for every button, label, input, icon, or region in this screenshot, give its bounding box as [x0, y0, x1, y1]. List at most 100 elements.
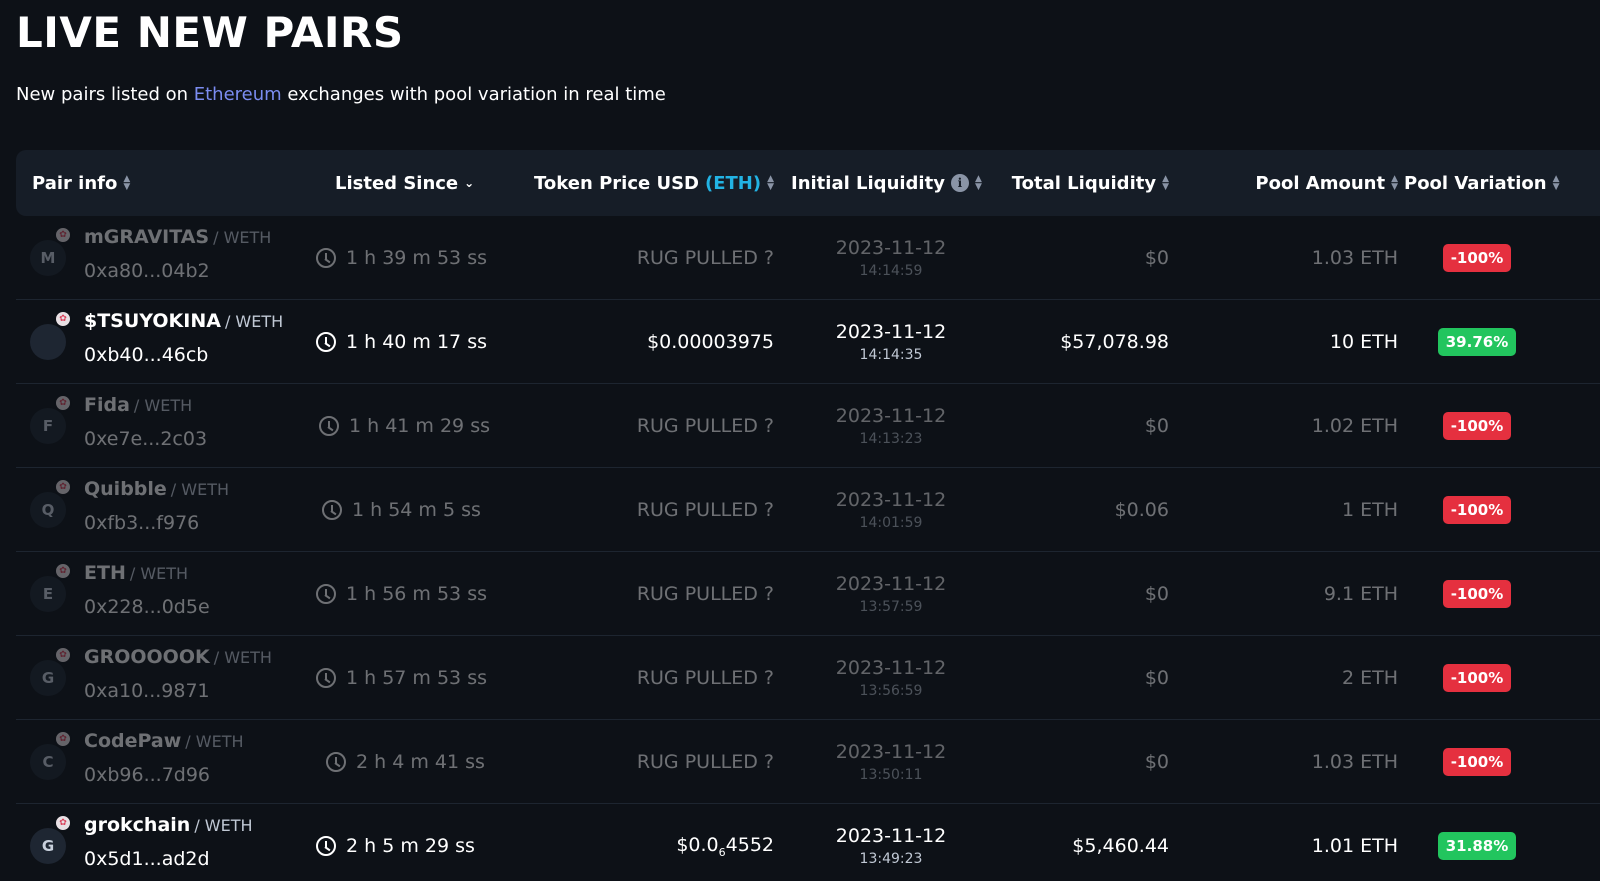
clock-icon [326, 752, 346, 772]
chevron-down-icon: ⌄ [464, 176, 475, 190]
pool-amount-text: 1.03 ETH [1311, 247, 1398, 269]
status-badge: -100% [1442, 664, 1512, 692]
listed-since: 2 h 4 m 41 ss [326, 720, 485, 804]
total-liquidity-text: $0 [1144, 667, 1169, 689]
total-liquidity-text: $0 [1144, 415, 1169, 437]
token-price: $0.00003975 [496, 300, 774, 384]
listed-since: 1 h 39 m 53 ss [316, 216, 487, 300]
pool-amount: 2 ETH [1196, 636, 1398, 720]
ethereum-link[interactable]: Ethereum [194, 84, 282, 105]
table-row[interactable]: C ✿ CodePaw / WETH 0xb96...7d96 2 h 4 m 4… [16, 720, 1600, 804]
listed-since: 1 h 54 m 5 ss [322, 468, 481, 552]
table-row[interactable]: G ✿ grokchain / WETH 0x5d1...ad2d 2 h 5 m… [16, 804, 1600, 881]
exchange-icon: ✿ [54, 814, 72, 832]
pair-address[interactable]: 0xfb3...f976 [84, 512, 199, 534]
pool-amount-text: 1.03 ETH [1311, 751, 1398, 773]
total-liquidity: $5,460.44 [976, 804, 1169, 881]
pool-amount: 1.03 ETH [1196, 216, 1398, 300]
sort-icon: ▲ ▼ [123, 174, 131, 192]
exchange-icon: ✿ [54, 394, 72, 412]
pool-variation: -100% [1404, 552, 1550, 636]
column-header-initial-liquidity[interactable]: Initial Liquidity i ▲ ▼ [791, 150, 991, 216]
pair-name[interactable]: ETH / WETH [84, 562, 188, 584]
pair-name[interactable]: grokchain / WETH [84, 814, 253, 836]
listed-since-text: 1 h 39 m 53 ss [346, 247, 487, 269]
price-tail: 4552 [725, 833, 774, 856]
pair-name[interactable]: $TSUYOKINA / WETH [84, 310, 283, 332]
total-liquidity: $0 [976, 720, 1169, 804]
pair-address[interactable]: 0xa10...9871 [84, 680, 210, 702]
total-liquidity-text: $5,460.44 [1072, 835, 1169, 857]
pair-name[interactable]: CodePaw / WETH [84, 730, 244, 752]
listed-since-text: 1 h 41 m 29 ss [349, 415, 490, 437]
column-header-pool-amount[interactable]: Pool Amount ▲ ▼ [1196, 150, 1398, 216]
pair-name[interactable]: Fida / WETH [84, 394, 192, 416]
pair-address[interactable]: 0x228...0d5e [84, 596, 210, 618]
initial-liquidity-date: 2023-11-12 13:49:23 [791, 804, 991, 881]
token-name: Fida [84, 394, 130, 416]
column-label: Token Price USD [534, 172, 699, 194]
table-row[interactable]: F ✿ Fida / WETH 0xe7e...2c03 1 h 41 m 29 … [16, 384, 1600, 468]
column-header-pair-info[interactable]: Pair info ▲ ▼ [32, 150, 292, 216]
token-price: RUG PULLED ? [496, 384, 774, 468]
pair-address[interactable]: 0xe7e...2c03 [84, 428, 207, 450]
column-label-accent: (ETH) [704, 172, 762, 194]
token-avatar: F [30, 408, 66, 444]
column-header-token-price[interactable]: Token Price USD (ETH) ▲ ▼ [496, 150, 774, 216]
token-price-text: $0.064552 [676, 834, 774, 859]
pool-variation: -100% [1404, 216, 1550, 300]
pair-address[interactable]: 0x5d1...ad2d [84, 848, 210, 870]
column-header-listed-since[interactable]: Listed Since ⌄ [335, 150, 495, 216]
column-label: Pair info [32, 172, 118, 194]
table-row[interactable]: M ✿ mGRAVITAS / WETH 0xa80...04b2 1 h 39 … [16, 216, 1600, 300]
column-header-pool-variation[interactable]: Pool Variation ▲ ▼ [1404, 150, 1584, 216]
pool-amount-text: 1 ETH [1341, 499, 1398, 521]
time-text: 14:13:23 [859, 431, 923, 447]
token-name: GROOOOOK [84, 646, 210, 668]
total-liquidity: $0 [976, 636, 1169, 720]
base-token: / WETH [170, 480, 230, 499]
pair-name[interactable]: GROOOOOK / WETH [84, 646, 272, 668]
token-price-text: RUG PULLED ? [636, 499, 774, 521]
page: LIVE NEW PAIRS New pairs listed on Ether… [0, 0, 1600, 881]
table-row[interactable]: Q ✿ Quibble / WETH 0xfb3...f976 1 h 54 m … [16, 468, 1600, 552]
listed-since: 2 h 5 m 29 ss [316, 804, 475, 881]
exchange-icon: ✿ [54, 730, 72, 748]
table-row[interactable]: E ✿ ETH / WETH 0x228...0d5e 1 h 56 m 53 s… [16, 552, 1600, 636]
sort-icon: ▲ ▼ [767, 174, 774, 192]
exchange-icon: ✿ [54, 310, 72, 328]
status-badge: 39.76% [1437, 328, 1517, 356]
pair-name[interactable]: Quibble / WETH [84, 478, 229, 500]
pair-address[interactable]: 0xb40...46cb [84, 344, 208, 366]
table-row[interactable]: ✿ $TSUYOKINA / WETH 0xb40...46cb 1 h 40 m… [16, 300, 1600, 384]
pool-variation: 31.88% [1404, 804, 1550, 881]
info-icon[interactable]: i [950, 174, 969, 192]
status-badge: -100% [1442, 496, 1512, 524]
base-token: / WETH [213, 648, 272, 667]
pair-name[interactable]: mGRAVITAS / WETH [84, 226, 271, 248]
date-text: 2023-11-12 [835, 657, 947, 679]
sort-icon: ▲ ▼ [1391, 174, 1398, 192]
pairs-table: Pair info ▲ ▼ Listed Since ⌄ Token Price … [16, 150, 1600, 881]
exchange-icon: ✿ [54, 562, 72, 580]
page-title: LIVE NEW PAIRS [16, 8, 404, 57]
column-label: Pool Amount [1255, 172, 1386, 194]
exchange-icon: ✿ [54, 646, 72, 664]
time-text: 14:14:35 [859, 347, 923, 363]
clock-icon [322, 500, 342, 520]
listed-since: 1 h 40 m 17 ss [316, 300, 487, 384]
initial-liquidity-date: 2023-11-12 13:56:59 [791, 636, 991, 720]
base-token: / WETH [129, 564, 189, 583]
column-header-total-liquidity[interactable]: Total Liquidity ▲ ▼ [976, 150, 1169, 216]
listed-since-text: 2 h 4 m 41 ss [356, 751, 485, 773]
pair-address[interactable]: 0xa80...04b2 [84, 260, 210, 282]
token-name: ETH [84, 562, 126, 584]
table-row[interactable]: G ✿ GROOOOOK / WETH 0xa10...9871 1 h 57 m… [16, 636, 1600, 720]
date-text: 2023-11-12 [835, 741, 947, 763]
clock-icon [316, 584, 336, 604]
total-liquidity-text: $0 [1144, 247, 1169, 269]
clock-icon [316, 836, 336, 856]
pair-address[interactable]: 0xb96...7d96 [84, 764, 210, 786]
listed-since-text: 1 h 56 m 53 ss [346, 583, 487, 605]
column-label: Pool Variation [1404, 172, 1547, 194]
